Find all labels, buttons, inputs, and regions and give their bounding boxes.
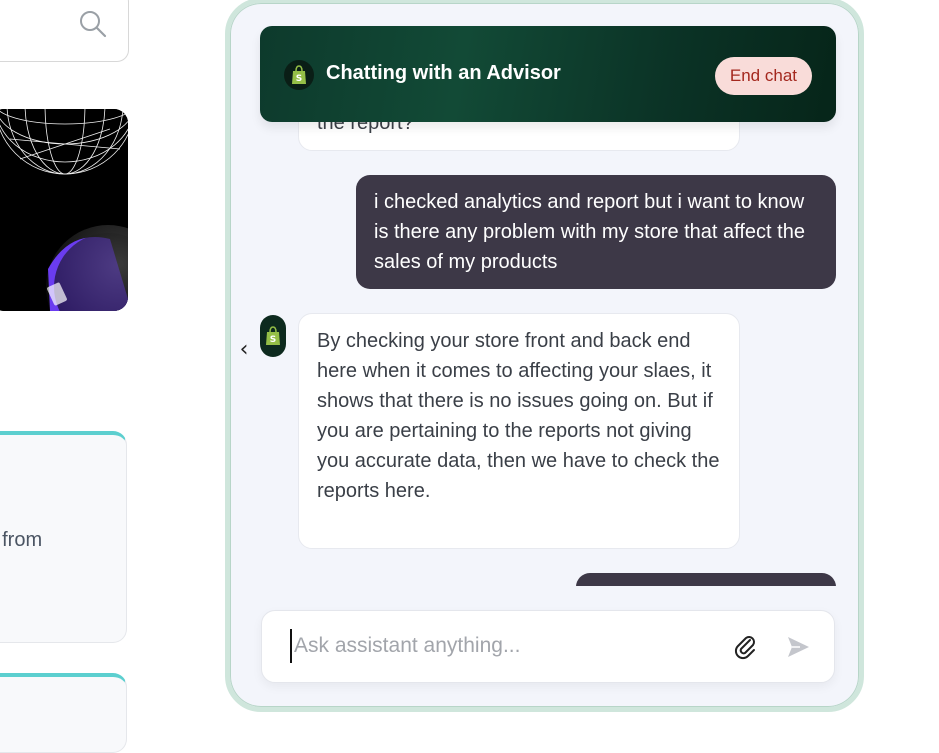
chat-title: Chatting with an Advisor <box>326 62 561 84</box>
search-field[interactable] <box>0 0 129 62</box>
shopify-bag-icon: S <box>284 60 314 90</box>
advisor-avatar: S <box>260 315 286 357</box>
hero-image <box>0 109 128 311</box>
message-text: i checked analytics and report but i wan… <box>374 191 805 273</box>
card-text: fy from <box>0 529 43 551</box>
chat-header: S Chatting with an Advisor End chat <box>260 26 836 122</box>
chevron-left-icon[interactable]: ‹ <box>234 338 254 362</box>
user-message: i checked analytics and report but i wan… <box>356 175 836 289</box>
info-card: fy from <box>0 431 127 643</box>
message-composer <box>261 610 835 683</box>
send-icon[interactable] <box>784 633 812 661</box>
message-text: By checking your store front and back en… <box>317 330 720 502</box>
user-message <box>576 573 836 586</box>
shopify-bag-icon: S <box>266 326 280 345</box>
end-chat-button[interactable]: End chat <box>714 57 812 95</box>
paperclip-icon[interactable] <box>732 633 760 661</box>
svg-text:S: S <box>296 74 302 84</box>
message-input[interactable] <box>290 629 714 663</box>
svg-text:S: S <box>270 335 276 345</box>
advisor-message: By checking your store front and back en… <box>298 313 740 549</box>
search-icon[interactable] <box>78 9 108 43</box>
info-card <box>0 673 127 753</box>
